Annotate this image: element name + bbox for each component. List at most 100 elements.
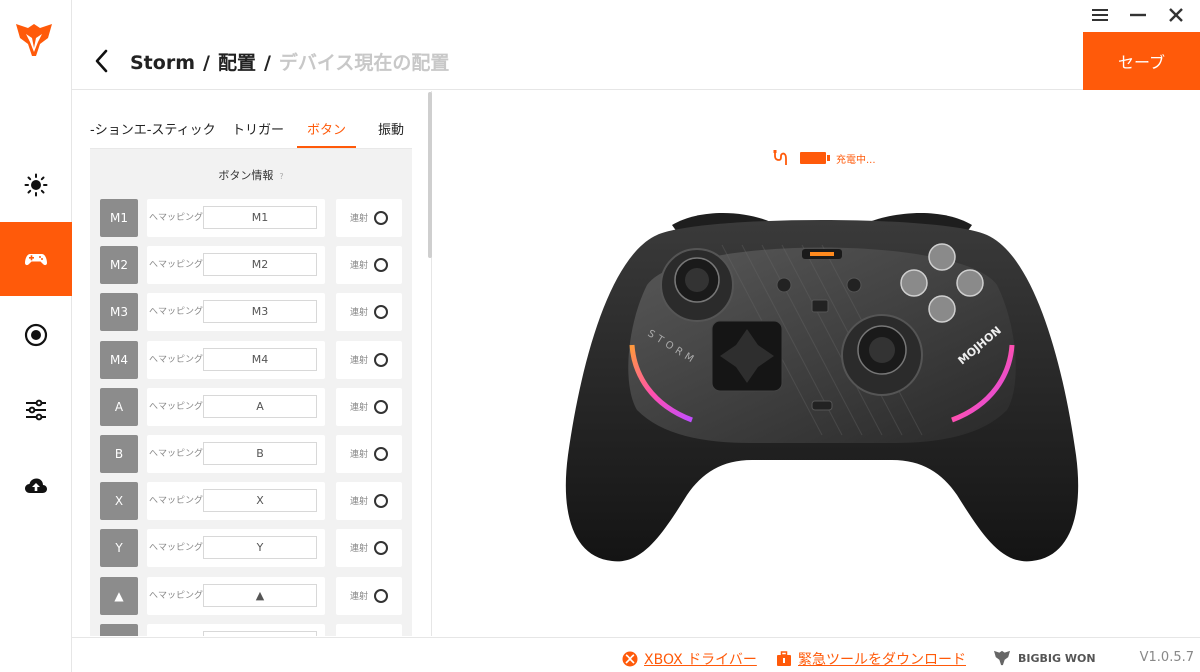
- turbo-toggle[interactable]: 連射: [336, 482, 402, 521]
- source-key[interactable]: Y: [100, 529, 138, 568]
- tab-button[interactable]: ボタン: [297, 119, 357, 148]
- turbo-toggle[interactable]: 連射: [336, 435, 402, 473]
- button-mapping-row: M2 へマッピング M2 連射: [100, 246, 402, 285]
- turbo-radio[interactable]: [374, 494, 388, 509]
- sidebar-item-config[interactable]: [0, 222, 72, 296]
- mapping-box: へマッピング M3: [147, 293, 325, 332]
- map-to-label: へマッピング: [149, 401, 204, 412]
- turbo-toggle[interactable]: 連射: [336, 576, 402, 615]
- config-panel: -ションエ-スティック トリガー ボタン 振動 ボタン情報? M1 へマッピング M…: [72, 91, 432, 636]
- map-to-label: へマッピング: [149, 307, 204, 318]
- close-icon[interactable]: [1164, 4, 1188, 26]
- mapping-target-field[interactable]: X: [203, 489, 317, 513]
- help-icon[interactable]: ?: [279, 172, 283, 181]
- turbo-toggle[interactable]: 連射: [336, 387, 402, 426]
- emergency-tool-label: 緊急ツールをダウンロード: [798, 652, 966, 668]
- header: Storm / 配置 / デバイス現在の配置 セーブ: [72, 30, 1200, 90]
- brand-logo-icon: [16, 24, 52, 56]
- mapping-target-field[interactable]: M1: [203, 206, 317, 229]
- sun-icon: [24, 173, 48, 197]
- turbo-radio[interactable]: [374, 352, 388, 367]
- turbo-radio[interactable]: [374, 399, 388, 414]
- sidebar-item-upload[interactable]: [0, 449, 72, 523]
- source-key[interactable]: M1: [100, 199, 138, 237]
- mapping-target-field[interactable]: ▼: [203, 630, 317, 636]
- breadcrumb-current: デバイス現在の配置: [278, 52, 450, 74]
- source-key[interactable]: M3: [100, 293, 138, 332]
- toolbox-icon: [777, 651, 791, 666]
- turbo-label: 連射: [350, 497, 369, 508]
- turbo-radio[interactable]: [374, 258, 388, 273]
- battery-icon: [800, 152, 830, 164]
- turbo-radio[interactable]: [374, 211, 388, 225]
- footer: XBOX ドライバー 緊急ツールをダウンロード BIGBIG WON V1.0.…: [72, 637, 1200, 672]
- record-icon: [24, 323, 48, 347]
- tab-trigger[interactable]: トリガー: [232, 119, 284, 148]
- turbo-radio[interactable]: [374, 305, 388, 320]
- turbo-radio[interactable]: [374, 541, 388, 556]
- xbox-driver-link[interactable]: XBOX ドライバー: [622, 649, 757, 669]
- source-key[interactable]: M4: [100, 340, 138, 379]
- turbo-label: 連射: [350, 355, 369, 366]
- usb-cable-icon: [773, 150, 787, 165]
- mapping-box: へマッピング B: [147, 435, 325, 473]
- source-key[interactable]: M2: [100, 246, 138, 285]
- source-key[interactable]: X: [100, 482, 138, 521]
- window-controls: [1088, 4, 1188, 26]
- turbo-toggle[interactable]: 連射: [336, 293, 402, 332]
- minimize-icon[interactable]: [1126, 4, 1150, 26]
- mapping-box: へマッピング A: [147, 387, 325, 426]
- breadcrumb-config[interactable]: 配置: [218, 52, 256, 74]
- mapping-target-field[interactable]: A: [203, 394, 317, 418]
- source-key[interactable]: A: [100, 387, 138, 426]
- turbo-toggle[interactable]: 連射: [336, 623, 402, 636]
- turbo-label: 連射: [350, 261, 369, 272]
- breadcrumb-device[interactable]: Storm: [130, 52, 195, 74]
- panel-scrollbar[interactable]: [428, 92, 432, 258]
- sidebar-item-settings[interactable]: [0, 373, 72, 447]
- brand-name: BIGBIG WON: [1018, 651, 1096, 665]
- mapping-box: へマッピング M1: [147, 199, 325, 237]
- turbo-label: 連射: [350, 591, 369, 602]
- breadcrumb: Storm / 配置 / デバイス現在の配置: [130, 48, 449, 75]
- back-arrow-icon[interactable]: [92, 48, 112, 74]
- button-mapping-row: Y へマッピング Y 連射: [100, 529, 402, 568]
- tab-vibration[interactable]: 振動: [378, 119, 404, 148]
- sidebar-item-lighting[interactable]: [0, 148, 72, 222]
- mapping-target-field[interactable]: M4: [203, 347, 317, 371]
- sidebar-item-record[interactable]: [0, 298, 72, 372]
- source-key[interactable]: ▲: [100, 576, 138, 615]
- xbox-icon: [622, 651, 638, 667]
- mapping-target-field[interactable]: ▲: [203, 583, 317, 607]
- turbo-toggle[interactable]: 連射: [336, 199, 402, 237]
- save-button[interactable]: セーブ: [1083, 32, 1200, 90]
- turbo-toggle[interactable]: 連射: [336, 246, 402, 285]
- emergency-tool-link[interactable]: 緊急ツールをダウンロード: [776, 649, 966, 669]
- turbo-radio[interactable]: [374, 447, 388, 461]
- mapping-target-field[interactable]: Y: [203, 536, 317, 560]
- brand-mark-icon: [994, 650, 1010, 666]
- turbo-toggle[interactable]: 連射: [336, 529, 402, 568]
- source-key[interactable]: B: [100, 435, 138, 473]
- button-mapping-list: ボタン情報? M1 へマッピング M1 連射 M2 へマッピング M2 連射 M3 へマッピング M…: [90, 149, 412, 636]
- turbo-radio[interactable]: [374, 588, 388, 603]
- map-to-label: へマッピング: [149, 635, 203, 636]
- cloud-upload-icon: [25, 478, 47, 493]
- device-status: 充電中...: [772, 150, 876, 166]
- turbo-label: 連射: [350, 450, 369, 460]
- source-key[interactable]: ▼: [100, 623, 138, 636]
- mapping-box: へマッピング X: [147, 482, 325, 521]
- mapping-target-field[interactable]: M3: [203, 300, 317, 324]
- turbo-toggle[interactable]: 連射: [336, 340, 402, 379]
- mapping-target-field[interactable]: M2: [203, 253, 317, 277]
- controller-image: STORM MOJHON: [565, 212, 1079, 562]
- brand-footer: BIGBIG WON: [992, 650, 1096, 666]
- mapping-target-field[interactable]: B: [203, 442, 317, 465]
- map-to-label: へマッピング: [149, 449, 204, 459]
- map-to-label: へマッピング: [149, 354, 204, 365]
- button-info-label: ボタン情報: [218, 169, 274, 182]
- tab-motion-stick[interactable]: -ションエ-スティック: [90, 119, 216, 148]
- menu-icon[interactable]: [1088, 4, 1112, 26]
- config-tabs: -ションエ-スティック トリガー ボタン 振動: [90, 119, 412, 149]
- button-mapping-row: X へマッピング X 連射: [100, 482, 402, 521]
